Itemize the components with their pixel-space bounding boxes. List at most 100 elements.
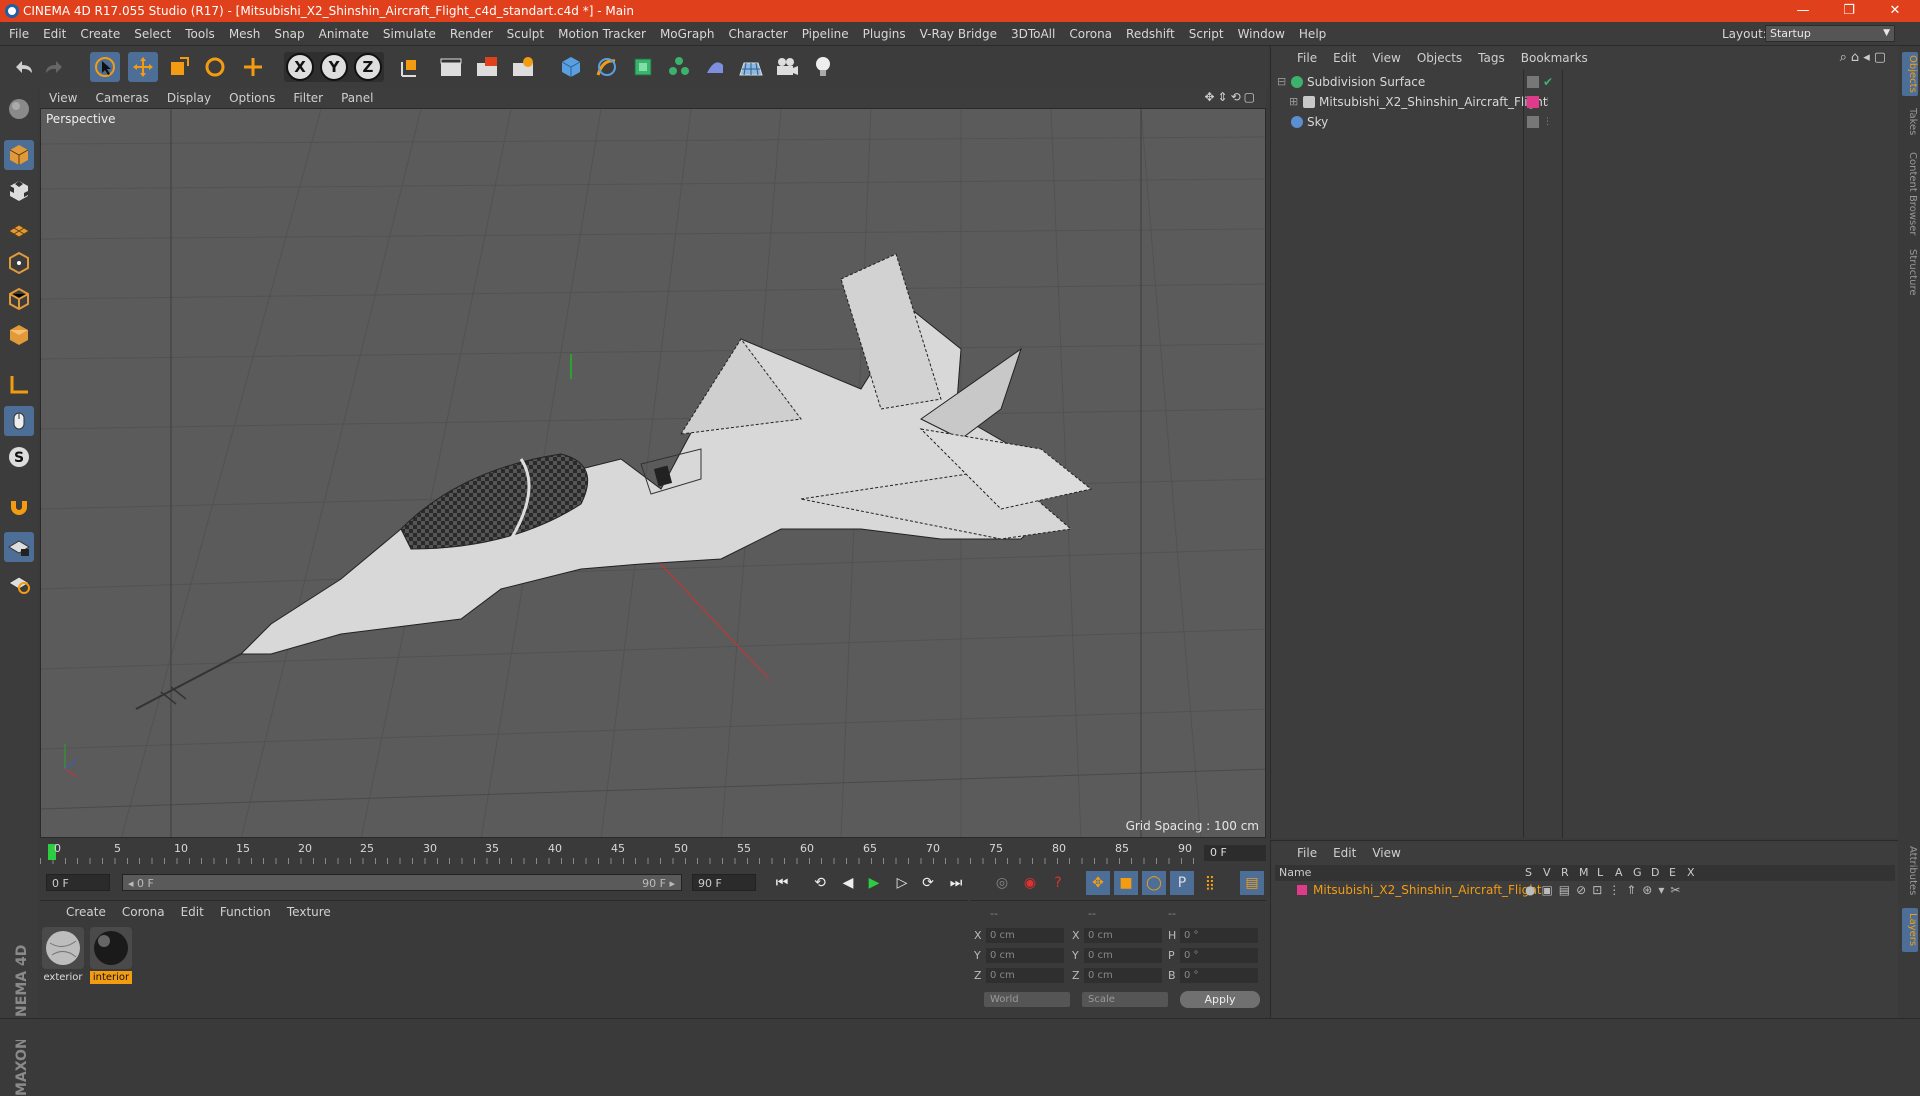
- menu-mesh[interactable]: Mesh: [222, 27, 268, 41]
- menu-window[interactable]: Window: [1231, 27, 1292, 41]
- key-scale-button[interactable]: ■: [1114, 871, 1138, 895]
- apply-button[interactable]: Apply: [1180, 991, 1260, 1008]
- layer-color-swatch[interactable]: [1297, 885, 1307, 895]
- material-swatch-exterior[interactable]: exterior: [42, 927, 84, 984]
- play-button[interactable]: ▶: [862, 871, 886, 895]
- snap-button[interactable]: S: [4, 442, 34, 472]
- tree-item-aircraft[interactable]: ⊞ Mitsubishi_X2_Shinshin_Aircraft_Flight…: [1271, 92, 1899, 112]
- keyframe-selection-button[interactable]: ?: [1046, 871, 1070, 895]
- menu-create[interactable]: Create: [73, 27, 127, 41]
- menu-tools[interactable]: Tools: [178, 27, 222, 41]
- perspective-viewport[interactable]: Perspective Grid Spacing : 100 cm: [40, 108, 1266, 838]
- tab-structure[interactable]: Structure: [1902, 246, 1918, 298]
- layer-toggle-icons[interactable]: ●▣▤⊘⊡⋮⇑⊛▾✂: [1525, 881, 1686, 899]
- undo-button[interactable]: [8, 52, 38, 82]
- tweak-mode-button[interactable]: [4, 406, 34, 436]
- current-frame-field[interactable]: 0 F: [1204, 845, 1266, 861]
- object-menu-bookmarks[interactable]: Bookmarks: [1513, 51, 1596, 65]
- key-position-button[interactable]: ✥: [1086, 871, 1110, 895]
- add-environment-button[interactable]: [736, 52, 766, 82]
- tree-item-subdivision-surface[interactable]: ⊟ Subdivision Surface ✔: [1271, 72, 1899, 92]
- expand-icon[interactable]: ⊞: [1289, 92, 1298, 112]
- material-menu-function[interactable]: Function: [212, 905, 279, 919]
- menu-script[interactable]: Script: [1182, 27, 1231, 41]
- position-z-field[interactable]: 0 cm: [986, 968, 1064, 983]
- tab-content-browser[interactable]: Content Browser: [1902, 146, 1918, 242]
- timeline-window-button[interactable]: ▤: [1240, 871, 1264, 895]
- menu-render[interactable]: Render: [443, 27, 500, 41]
- menu-character[interactable]: Character: [721, 27, 794, 41]
- rotation-p-field[interactable]: 0 °: [1180, 948, 1258, 963]
- menu-simulate[interactable]: Simulate: [376, 27, 443, 41]
- next-keyframe-button[interactable]: ⟳: [916, 871, 940, 895]
- x-axis-lock-button[interactable]: X: [286, 53, 314, 81]
- layer-row[interactable]: Mitsubishi_X2_Shinshin_Aircraft_Flight ●…: [1275, 881, 1895, 899]
- go-to-end-button[interactable]: ⏭: [944, 871, 968, 895]
- add-cube-button[interactable]: [556, 52, 586, 82]
- menu-plugins[interactable]: Plugins: [856, 27, 913, 41]
- layer-menu-file[interactable]: File: [1289, 846, 1325, 860]
- add-deformer-button[interactable]: [700, 52, 730, 82]
- add-mograph-button[interactable]: [664, 52, 694, 82]
- previous-keyframe-button[interactable]: ⟲: [808, 871, 832, 895]
- position-x-field[interactable]: 0 cm: [986, 928, 1064, 943]
- material-menu-create[interactable]: Create: [58, 905, 114, 919]
- render-to-picture-viewer-button[interactable]: [472, 52, 502, 82]
- menu-file[interactable]: File: [2, 27, 36, 41]
- visibility-dots-icon[interactable]: ⋮: [1543, 112, 1552, 132]
- menu-animate[interactable]: Animate: [312, 27, 376, 41]
- menu-sculpt[interactable]: Sculpt: [500, 27, 551, 41]
- go-to-start-button[interactable]: ⏮: [770, 871, 794, 895]
- menu-pipeline[interactable]: Pipeline: [795, 27, 856, 41]
- viewport-navigation-icons[interactable]: ✥⇕⟲▢: [1204, 90, 1258, 104]
- z-axis-lock-button[interactable]: Z: [354, 53, 382, 81]
- viewport-menu-filter[interactable]: Filter: [284, 91, 332, 105]
- size-x-field[interactable]: 0 cm: [1084, 928, 1162, 943]
- viewport-menu-options[interactable]: Options: [220, 91, 284, 105]
- tab-layers[interactable]: Layers: [1902, 908, 1918, 952]
- y-axis-lock-button[interactable]: Y: [320, 53, 348, 81]
- layer-menu-view[interactable]: View: [1364, 846, 1408, 860]
- points-mode-button[interactable]: [4, 248, 34, 278]
- viewport-menu-view[interactable]: View: [40, 91, 86, 105]
- editor-visibility-icon[interactable]: [1527, 116, 1539, 128]
- size-z-field[interactable]: 0 cm: [1084, 968, 1162, 983]
- texture-mode-button[interactable]: [4, 176, 34, 206]
- key-rotation-button[interactable]: ◯: [1142, 871, 1166, 895]
- menu-mograph[interactable]: MoGraph: [653, 27, 722, 41]
- rotation-h-field[interactable]: 0 °: [1180, 928, 1258, 943]
- checkmark-icon[interactable]: ✔: [1543, 72, 1553, 92]
- menu-motion-tracker[interactable]: Motion Tracker: [551, 27, 653, 41]
- add-light-button[interactable]: [808, 52, 838, 82]
- viewport-menu-panel[interactable]: Panel: [332, 91, 382, 105]
- material-menu-texture[interactable]: Texture: [279, 905, 339, 919]
- position-y-field[interactable]: 0 cm: [986, 948, 1064, 963]
- minimize-button[interactable]: —: [1780, 0, 1826, 22]
- next-frame-button[interactable]: ▷: [890, 871, 914, 895]
- maximize-button[interactable]: ❐: [1826, 0, 1872, 22]
- tab-takes[interactable]: Takes: [1902, 104, 1918, 140]
- workplane-lock-button[interactable]: [4, 532, 34, 562]
- material-swatch-interior[interactable]: interior: [90, 927, 132, 984]
- layer-color-tag[interactable]: [1527, 96, 1539, 108]
- menu-corona[interactable]: Corona: [1062, 27, 1119, 41]
- object-menu-file[interactable]: File: [1289, 51, 1325, 65]
- menu-3dtoall[interactable]: 3DToAll: [1004, 27, 1062, 41]
- record-keys-button[interactable]: ◎: [990, 871, 1014, 895]
- workplane-mode-button[interactable]: [4, 212, 34, 242]
- scale-tool-button[interactable]: [164, 52, 194, 82]
- axis-mode-button[interactable]: [4, 370, 34, 400]
- layer-menu-edit[interactable]: Edit: [1325, 846, 1364, 860]
- object-manager-tools[interactable]: ⌕⌂◂▢: [1840, 50, 1890, 65]
- move-tool-button[interactable]: [128, 52, 158, 82]
- model-mode-button[interactable]: [4, 140, 34, 170]
- range-slider[interactable]: ◂ 0 F 90 F ▸: [122, 874, 682, 891]
- tab-objects[interactable]: Objects: [1902, 52, 1918, 96]
- polygons-mode-button[interactable]: [4, 320, 34, 350]
- editor-visibility-icon[interactable]: [1527, 76, 1539, 88]
- key-pla-button[interactable]: ⣿: [1198, 871, 1222, 895]
- add-subdivision-button[interactable]: [628, 52, 658, 82]
- key-parameter-button[interactable]: P: [1170, 871, 1194, 895]
- transform-tool-button[interactable]: [238, 52, 268, 82]
- start-frame-field[interactable]: 0 F: [46, 874, 110, 891]
